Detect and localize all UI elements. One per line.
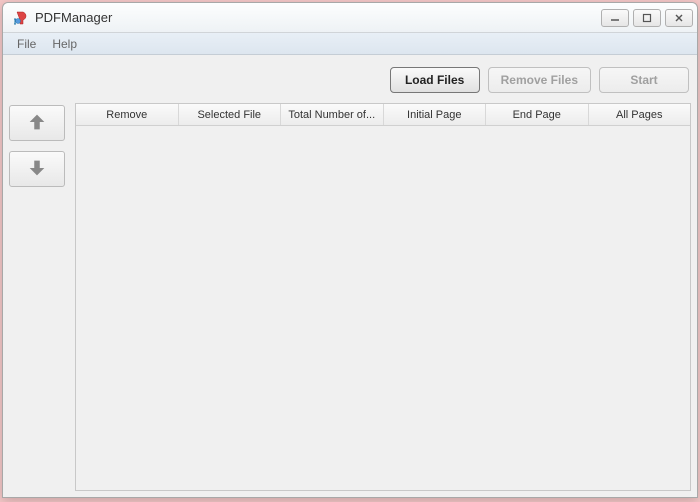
move-down-button[interactable] bbox=[9, 151, 65, 187]
reorder-controls bbox=[9, 103, 69, 491]
content-area: Load Files Remove Files Start Remove Sel… bbox=[3, 55, 697, 497]
main-area: Remove Selected File Total Number of... … bbox=[9, 103, 691, 491]
table-header: Remove Selected File Total Number of... … bbox=[76, 104, 690, 126]
col-initial-page[interactable]: Initial Page bbox=[384, 104, 487, 125]
minimize-button[interactable] bbox=[601, 9, 629, 27]
menubar: File Help bbox=[3, 33, 697, 55]
table-body bbox=[76, 126, 690, 490]
arrow-up-icon bbox=[26, 111, 48, 136]
toolbar: Load Files Remove Files Start bbox=[9, 61, 691, 103]
load-files-button[interactable]: Load Files bbox=[390, 67, 480, 93]
col-total-pages[interactable]: Total Number of... bbox=[281, 104, 384, 125]
app-icon bbox=[13, 10, 29, 26]
window-title: PDFManager bbox=[35, 10, 597, 25]
remove-files-button[interactable]: Remove Files bbox=[488, 67, 591, 93]
close-button[interactable] bbox=[665, 9, 693, 27]
start-button[interactable]: Start bbox=[599, 67, 689, 93]
col-selected-file[interactable]: Selected File bbox=[179, 104, 282, 125]
col-end-page[interactable]: End Page bbox=[486, 104, 589, 125]
maximize-button[interactable] bbox=[633, 9, 661, 27]
menu-help[interactable]: Help bbox=[44, 35, 85, 53]
col-all-pages[interactable]: All Pages bbox=[589, 104, 691, 125]
titlebar: PDFManager bbox=[3, 3, 697, 33]
menu-file[interactable]: File bbox=[9, 35, 44, 53]
arrow-down-icon bbox=[26, 157, 48, 182]
app-window: PDFManager File Help Load Files Remove F… bbox=[2, 2, 698, 498]
col-remove[interactable]: Remove bbox=[76, 104, 179, 125]
move-up-button[interactable] bbox=[9, 105, 65, 141]
files-table: Remove Selected File Total Number of... … bbox=[75, 103, 691, 491]
